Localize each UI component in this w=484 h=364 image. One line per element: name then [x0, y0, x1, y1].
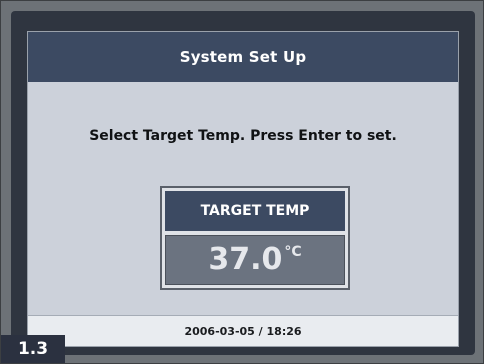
device-frame: System Set Up Select Target Temp. Press …: [0, 0, 484, 364]
screen-title: System Set Up: [179, 48, 307, 66]
screen-header: System Set Up: [28, 32, 458, 82]
figure-label: 1.3: [1, 335, 65, 363]
target-temp-unit: °C: [284, 244, 302, 260]
status-datetime: 2006-03-05 / 18:26: [184, 324, 302, 338]
status-bar: 2006-03-05 / 18:26: [28, 315, 458, 346]
display-screen: System Set Up Select Target Temp. Press …: [27, 31, 459, 347]
target-temp-widget[interactable]: TARGET TEMP 37.0 °C: [160, 186, 350, 290]
target-temp-value-field[interactable]: 37.0 °C: [165, 235, 345, 285]
instruction-text: Select Target Temp. Press Enter to set.: [89, 128, 397, 144]
target-temp-label: TARGET TEMP: [165, 191, 345, 233]
target-temp-value: 37.0: [208, 242, 283, 277]
